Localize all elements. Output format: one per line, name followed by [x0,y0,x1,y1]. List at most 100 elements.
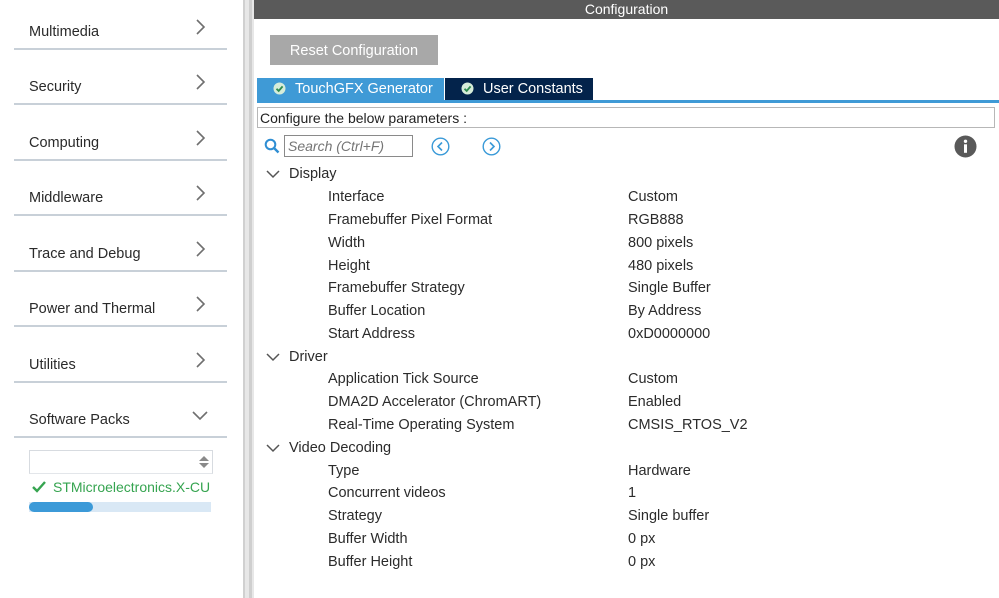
search-icon[interactable] [264,138,280,154]
param-name: Buffer Width [328,531,408,547]
group-driver[interactable]: Driver [254,346,999,368]
param-row[interactable]: Application Tick Source Custom [254,368,999,390]
category-label: Utilities [29,357,76,373]
category-security[interactable]: Security [14,55,227,105]
param-row[interactable]: Buffer Width 0 px [254,528,999,550]
chevron-right-icon [196,19,206,35]
group-video-decoding[interactable]: Video Decoding [254,437,999,459]
pack-filter-input[interactable] [29,450,213,474]
param-name: Type [328,463,360,479]
pack-item-label: STMicroelectronics.X-CU [53,479,211,495]
param-name: Buffer Height [328,554,413,570]
param-value[interactable]: 1 [628,482,636,504]
category-label: Security [29,79,82,95]
previous-match-icon[interactable] [431,137,450,156]
category-utilities[interactable]: Utilities [14,333,227,383]
group-label: Display [289,166,337,182]
param-value[interactable]: RGB888 [628,209,684,231]
checkmark-icon [32,481,46,493]
param-row[interactable]: Type Hardware [254,460,999,482]
group-label: Driver [289,349,328,365]
software-packs-panel: STMicroelectronics.X-CU [29,448,213,515]
param-value[interactable]: By Address [628,300,701,322]
param-value[interactable]: 0 px [628,551,655,573]
pack-list-item[interactable]: STMicroelectronics.X-CU [29,478,212,498]
tab-user-constants[interactable]: User Constants [445,78,593,100]
param-value[interactable]: Custom [628,368,678,390]
category-power-and-thermal[interactable]: Power and Thermal [14,277,227,327]
category-label: Software Packs [29,412,130,428]
tab-label: TouchGFX Generator [295,81,433,97]
param-name: Framebuffer Strategy [328,280,465,296]
param-value[interactable]: CMSIS_RTOS_V2 [628,414,748,436]
pack-progress-fill [29,502,93,512]
chevron-down-icon [266,444,280,453]
param-value[interactable]: Single Buffer [628,277,711,299]
param-row[interactable]: Framebuffer Pixel Format RGB888 [254,209,999,231]
category-label: Middleware [29,190,104,206]
chevron-right-icon [196,296,206,312]
pack-progress-bar [29,502,211,512]
param-name: Buffer Location [328,303,426,319]
category-label: Trace and Debug [29,246,141,262]
category-middleware[interactable]: Middleware [14,166,227,216]
param-row[interactable]: Buffer Location By Address [254,300,999,322]
param-name: Application Tick Source [328,371,479,387]
tab-touchgfx-generator[interactable]: TouchGFX Generator [257,78,444,100]
param-row[interactable]: Buffer Height 0 px [254,551,999,573]
reset-configuration-button[interactable]: Reset Configuration [270,35,438,65]
panel-title: Configuration [254,0,999,19]
chevron-right-icon [196,130,206,146]
spinner-arrows-icon[interactable] [198,454,210,470]
category-trace-and-debug[interactable]: Trace and Debug [14,222,227,272]
param-value[interactable]: 0 px [628,528,655,550]
param-row[interactable]: Strategy Single buffer [254,505,999,527]
param-row[interactable]: Framebuffer Strategy Single Buffer [254,277,999,299]
check-circle-icon [461,82,474,95]
chevron-right-icon [196,74,206,90]
param-row[interactable]: DMA2D Accelerator (ChromART) Enabled [254,391,999,413]
param-row[interactable]: Concurrent videos 1 [254,482,999,504]
param-value[interactable]: 0xD0000000 [628,323,710,345]
configuration-panel: Configuration Reset Configuration TouchG… [254,0,999,598]
chevron-down-icon [192,411,208,421]
param-row[interactable]: Start Address 0xD0000000 [254,323,999,345]
param-value[interactable]: Hardware [628,460,691,482]
param-name: Strategy [328,508,382,524]
category-computing[interactable]: Computing [14,111,227,161]
search-input[interactable] [284,135,413,157]
param-row[interactable]: Interface Custom [254,186,999,208]
param-name: Width [328,235,366,251]
param-row[interactable]: Height 480 pixels [254,255,999,277]
param-name: Real-Time Operating System [328,417,515,433]
param-value[interactable]: Custom [628,186,678,208]
param-row[interactable]: Real-Time Operating System CMSIS_RTOS_V2 [254,414,999,436]
category-label: Multimedia [29,24,100,40]
info-icon[interactable] [954,135,977,158]
param-value[interactable]: 800 pixels [628,232,693,254]
chevron-down-icon [266,353,280,362]
param-value[interactable]: Enabled [628,391,681,413]
param-row[interactable]: Width 800 pixels [254,232,999,254]
category-label: Computing [29,135,100,151]
chevron-right-icon [196,241,206,257]
parameters-description: Configure the below parameters : [257,107,995,128]
group-display[interactable]: Display [254,163,999,185]
splitter-handle[interactable] [249,0,252,598]
sidebar-splitter[interactable] [243,0,254,598]
param-name: DMA2D Accelerator (ChromART) [328,394,542,410]
category-software-packs[interactable]: Software Packs [14,388,227,438]
tab-label: User Constants [483,81,583,97]
chevron-right-icon [196,185,206,201]
param-value[interactable]: 480 pixels [628,255,693,277]
param-name: Concurrent videos [328,485,446,501]
group-label: Video Decoding [289,440,392,456]
chevron-down-icon [266,170,280,179]
param-name: Interface [328,189,385,205]
chevron-right-icon [196,352,206,368]
param-value[interactable]: Single buffer [628,505,709,527]
param-name: Framebuffer Pixel Format [328,212,493,228]
next-match-icon[interactable] [482,137,501,156]
check-circle-icon [273,82,286,95]
category-multimedia[interactable]: Multimedia [14,0,227,50]
